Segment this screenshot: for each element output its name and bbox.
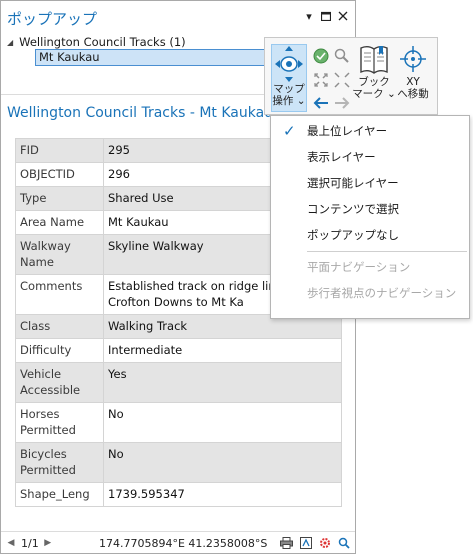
popup-titlebar: ポップアップ ▾: [1, 1, 355, 33]
coordinate-readout: 174.7705894°E 41.2358008°S: [99, 537, 268, 550]
popup-title: ポップアップ: [7, 10, 98, 28]
field-name: Area Name: [15, 210, 104, 235]
checkmark-icon: ✓: [283, 122, 296, 140]
menu-separator: [307, 251, 467, 252]
field-name: FID: [15, 138, 104, 163]
next-icon[interactable]: ▶: [42, 538, 54, 548]
prev-icon[interactable]: ◀: [5, 538, 17, 548]
fixed-zoom-icon[interactable]: [333, 47, 351, 65]
page-indicator: 1/1: [21, 536, 39, 550]
table-row: Vehicle Accessible Yes: [15, 362, 342, 403]
menu-item-label: 歩行者視点のナビゲーション: [307, 286, 457, 300]
field-name: Bicycles Permitted: [15, 442, 104, 483]
chevron-down-icon[interactable]: ▾: [302, 9, 316, 23]
zoom-out-icon[interactable]: [333, 71, 351, 89]
print-icon[interactable]: [279, 535, 294, 550]
table-row: Difficulty Intermediate: [15, 338, 342, 363]
menu-item-label: 最上位レイヤー: [307, 124, 388, 138]
menu-item-selectable-layers[interactable]: 選択可能レイヤー: [271, 170, 469, 196]
forward-arrow-icon[interactable]: [333, 94, 351, 112]
field-value: 1739.595347: [103, 482, 342, 507]
go-to-xy-button[interactable]: XY へ移動: [393, 44, 433, 112]
close-icon[interactable]: [336, 9, 350, 23]
map-navigate-icon: [275, 46, 303, 82]
feature-title: Wellington Council Tracks - Mt Kaukau: [7, 105, 274, 121]
menu-item-no-popups[interactable]: ポップアップなし: [271, 222, 469, 248]
zoom-in-icon[interactable]: [312, 71, 330, 89]
restore-icon[interactable]: [319, 9, 333, 23]
settings-icon[interactable]: [317, 535, 332, 550]
menu-item-label: 平面ナビゲーション: [307, 260, 411, 274]
tree-layer-row[interactable]: ◢ Wellington Council Tracks (1): [7, 34, 186, 50]
field-value: Intermediate: [103, 338, 342, 363]
field-name: Walkway Name: [15, 234, 104, 275]
field-name: OBJECTID: [15, 162, 104, 187]
field-name: Shape_Leng: [15, 482, 104, 507]
field-name: Class: [15, 314, 104, 339]
layer-label: Wellington Council Tracks (1): [19, 35, 186, 49]
field-value: Yes: [103, 362, 342, 403]
menu-item-label: ポップアップなし: [307, 228, 399, 242]
menu-item-label: 選択可能レイヤー: [307, 176, 399, 190]
flash-feature-icon[interactable]: [298, 535, 313, 550]
table-row: Bicycles Permitted No: [15, 442, 342, 483]
field-name: Comments: [15, 274, 104, 315]
menu-item-label: 表示レイヤー: [307, 150, 376, 164]
table-row: Horses Permitted No: [15, 402, 342, 443]
zoom-to-icon[interactable]: [336, 535, 351, 550]
map-operation-menu: ✓ 最上位レイヤー 表示レイヤー 選択可能レイヤー コンテンツで選択 ポップアッ…: [270, 115, 470, 319]
caret-down-icon[interactable]: ◢: [7, 38, 13, 47]
field-name: Type: [15, 186, 104, 211]
ribbon-navigate-group: マップ 操作 ⌄ ブック マーク ⌄ XY へ移動: [264, 37, 438, 115]
status-icons: [279, 535, 351, 550]
menu-item-select-in-contents[interactable]: コンテンツで選択: [271, 196, 469, 222]
menu-item-planar-navigation: 平面ナビゲーション: [271, 254, 469, 280]
menu-item-top-layer[interactable]: ✓ 最上位レイヤー: [271, 118, 469, 144]
field-name: Horses Permitted: [15, 402, 104, 443]
field-value: No: [103, 402, 342, 443]
table-row: Shape_Leng 1739.595347: [15, 482, 342, 507]
map-operation-button[interactable]: マップ 操作 ⌄: [271, 44, 307, 112]
bookmark-icon: [360, 46, 388, 74]
full-extent-icon[interactable]: [312, 47, 330, 65]
map-operation-label: マップ 操作 ⌄: [272, 83, 306, 107]
menu-item-visible-layers[interactable]: 表示レイヤー: [271, 144, 469, 170]
bookmark-button[interactable]: ブック マーク ⌄: [352, 44, 396, 112]
xy-target-icon: [400, 46, 426, 72]
status-bar: ◀ 1/1 ▶ 174.7705894°E 41.2358008°S: [1, 531, 355, 554]
bookmark-label: ブック マーク ⌄: [352, 76, 396, 100]
back-arrow-icon[interactable]: [312, 94, 330, 112]
field-name: Vehicle Accessible: [15, 362, 104, 403]
menu-item-pedestrian-navigation: 歩行者視点のナビゲーション: [271, 280, 469, 306]
menu-item-label: コンテンツで選択: [307, 202, 399, 216]
field-name: Difficulty: [15, 338, 104, 363]
go-to-xy-label: XY へ移動: [397, 76, 429, 100]
field-value: No: [103, 442, 342, 483]
